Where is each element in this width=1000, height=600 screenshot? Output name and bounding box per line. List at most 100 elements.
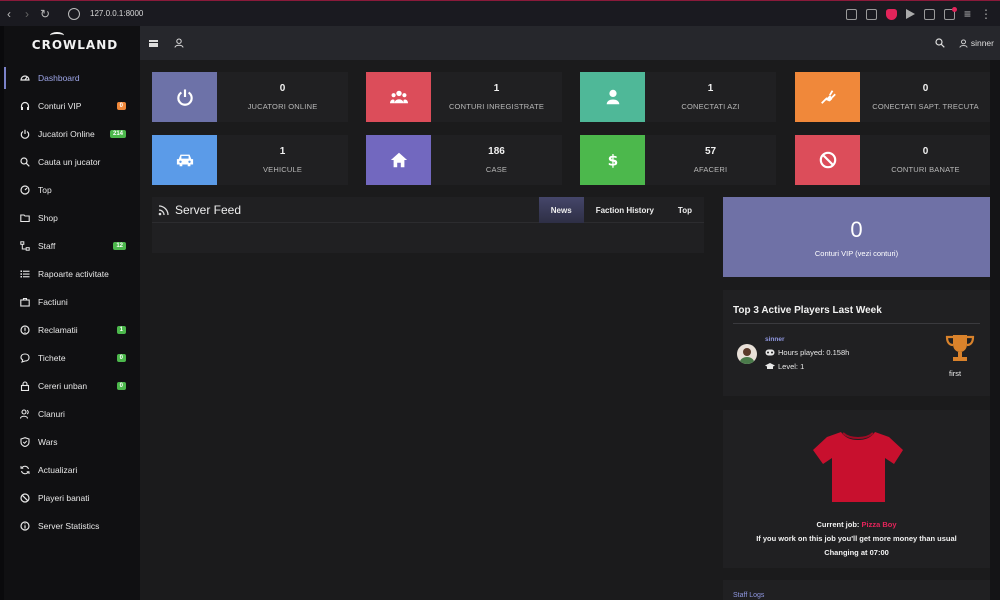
stat-card-conectati-azi[interactable]: 1 CONECTATI AZI — [580, 72, 776, 122]
sidebar-item-wars[interactable]: Wars — [4, 428, 140, 456]
sidebar-item-top[interactable]: Top — [4, 176, 140, 204]
stat-body: 1 VEHICULE — [217, 135, 348, 185]
rss-icon — [158, 204, 169, 215]
user-outline-icon[interactable] — [174, 38, 184, 48]
sidebar-item-cauta-un-jucator[interactable]: Cauta un jucator — [4, 148, 140, 176]
job-description: Current job: Pizza Boy If you work on th… — [723, 518, 990, 560]
server-feed-title: Server Feed — [175, 202, 242, 217]
stat-label: AFACERI — [693, 165, 728, 174]
hours-played: Hours played: 0.158h — [765, 348, 895, 357]
sidebar-item-dashboard[interactable]: Dashboard — [4, 64, 140, 92]
sidebar-item-jucatori-online[interactable]: Jucatori Online 214 — [4, 120, 140, 148]
sidebar-item-label: Rapoarte activitate — [38, 269, 109, 279]
gamepad-icon — [765, 349, 775, 356]
share-icon[interactable] — [845, 8, 857, 20]
sidebar-item-playeri-banati[interactable]: Playeri banati — [4, 484, 140, 512]
sidebar-item-factiuni[interactable]: Factiuni — [4, 288, 140, 316]
sidebar-item-clanuri[interactable]: Clanuri — [4, 400, 140, 428]
staff-logs-panel: Staff Logs — [723, 580, 990, 600]
sidebar-item-label: Reclamatii — [38, 325, 78, 335]
sidebar-item-staff[interactable]: Staff 12 — [4, 232, 140, 260]
stat-card-case[interactable]: 186 CASE — [366, 135, 562, 185]
sidebar-item-server-statistics[interactable]: Server Statistics — [4, 512, 140, 540]
vip-count: 0 — [850, 216, 863, 242]
refresh-icon — [20, 465, 30, 475]
cube-extension-icon[interactable] — [923, 8, 935, 20]
power-icon — [152, 72, 217, 122]
stat-value: 0 — [922, 146, 929, 157]
reload-button[interactable]: ↻ — [36, 7, 54, 21]
sidebar-item-tichete[interactable]: Tichete 0 — [4, 344, 140, 372]
sidebar-item-cereri-unban[interactable]: Cereri unban 0 — [4, 372, 140, 400]
stat-value: 0 — [922, 83, 929, 94]
sidebar: CROWLAND Dashboard Conturi VIP 0 Jucatori O… — [4, 26, 140, 600]
sidebar-item-reclamatii[interactable]: Reclamatii 1 — [4, 316, 140, 344]
forward-button[interactable]: › — [18, 7, 36, 21]
main-content: 0 JUCATORI ONLINE 1 CONTURI INREGISTRATE 1 CO… — [140, 60, 1000, 600]
scrollbar[interactable] — [990, 60, 1000, 600]
home-icon — [366, 135, 431, 185]
user-icon — [959, 38, 968, 48]
vip-link[interactable]: Conturi VIP (vezi conturi) — [815, 249, 898, 258]
vip-accounts-card[interactable]: 0 Conturi VIP (vezi conturi) — [723, 197, 990, 277]
hamburger-icon[interactable] — [149, 39, 158, 47]
browser-extensions: ≡ ⋮ — [845, 1, 992, 27]
lock-icon — [20, 381, 30, 391]
top-header: sinner — [140, 26, 1000, 60]
screenshot-icon[interactable] — [865, 8, 877, 20]
user-menu[interactable]: sinner — [959, 38, 994, 48]
tshirt-icon — [813, 432, 903, 502]
address-bar[interactable]: 127.0.0.1:8000 — [90, 9, 143, 18]
back-button[interactable]: ‹ — [0, 7, 18, 21]
current-job-panel: Current job: Pizza Boy If you work on th… — [723, 410, 990, 568]
tab-news[interactable]: News — [538, 197, 584, 223]
info-icon — [20, 521, 30, 531]
site-info-icon[interactable] — [68, 7, 80, 20]
send-icon[interactable] — [905, 9, 915, 19]
stat-card-conturi-banate[interactable]: 0 CONTURI BANATE — [795, 135, 991, 185]
server-feed-tabs: News Faction History Top — [538, 197, 704, 223]
stat-card-conectati-sapt-trecuta[interactable]: 0 CONECTATI SAPT. TRECUTA — [795, 72, 991, 122]
user-icon — [580, 72, 645, 122]
tab-faction-history[interactable]: Faction History — [584, 197, 666, 223]
sidebar-item-label: Actualizari — [38, 465, 78, 475]
stat-card-jucatori-online[interactable]: 0 JUCATORI ONLINE — [152, 72, 348, 122]
staff-logs-title: Staff Logs — [733, 592, 765, 599]
search-icon[interactable] — [935, 38, 945, 48]
stat-card-vehicule[interactable]: 1 VEHICULE — [152, 135, 348, 185]
avatar[interactable] — [737, 344, 757, 364]
count-badge: 0 — [116, 102, 126, 110]
player-name[interactable]: sinner — [765, 336, 895, 343]
stat-value: 1 — [707, 83, 714, 94]
shield-extension-icon[interactable] — [885, 8, 897, 20]
stat-card-afaceri[interactable]: $57 AFACERI — [580, 135, 776, 185]
sidebar-menu: Dashboard Conturi VIP 0 Jucatori Online 214 C… — [4, 64, 140, 540]
brand-logo[interactable]: CROWLAND — [4, 26, 140, 64]
player-level: Level: 1 — [765, 362, 895, 371]
stat-value: 1 — [493, 83, 500, 94]
power-icon — [20, 129, 30, 139]
count-badge: 1 — [116, 326, 126, 334]
count-badge: 12 — [113, 242, 126, 250]
svg-text:$: $ — [607, 151, 618, 169]
sidebar-item-actualizari[interactable]: Actualizari — [4, 456, 140, 484]
stat-label: CONTURI BANATE — [891, 165, 960, 174]
sidebar-item-label: Tichete — [38, 353, 66, 363]
sidebar-item-rapoarte-activitate[interactable]: Rapoarte activitate — [4, 260, 140, 288]
tab-top[interactable]: Top — [666, 197, 704, 223]
more-icon[interactable]: ⋮ — [980, 8, 992, 20]
users-icon — [366, 72, 431, 122]
ban-icon — [20, 493, 30, 503]
current-job-label: Current job: — [816, 520, 860, 529]
job-change-time: Changing at 07:00 — [824, 548, 889, 557]
car-icon — [152, 135, 217, 185]
sidebar-item-conturi-vip[interactable]: Conturi VIP 0 — [4, 92, 140, 120]
menu-icon[interactable]: ≡ — [964, 8, 971, 20]
sidebar-item-label: Playeri banati — [38, 493, 90, 503]
sidebar-item-label: Staff — [38, 241, 56, 251]
divider — [733, 323, 980, 324]
player-info: sinner Hours played: 0.158h Level: 1 — [765, 336, 895, 371]
sidebar-item-shop[interactable]: Shop — [4, 204, 140, 232]
stat-card-conturi-inregistrate[interactable]: 1 CONTURI INREGISTRATE — [366, 72, 562, 122]
download-icon[interactable] — [943, 6, 957, 20]
